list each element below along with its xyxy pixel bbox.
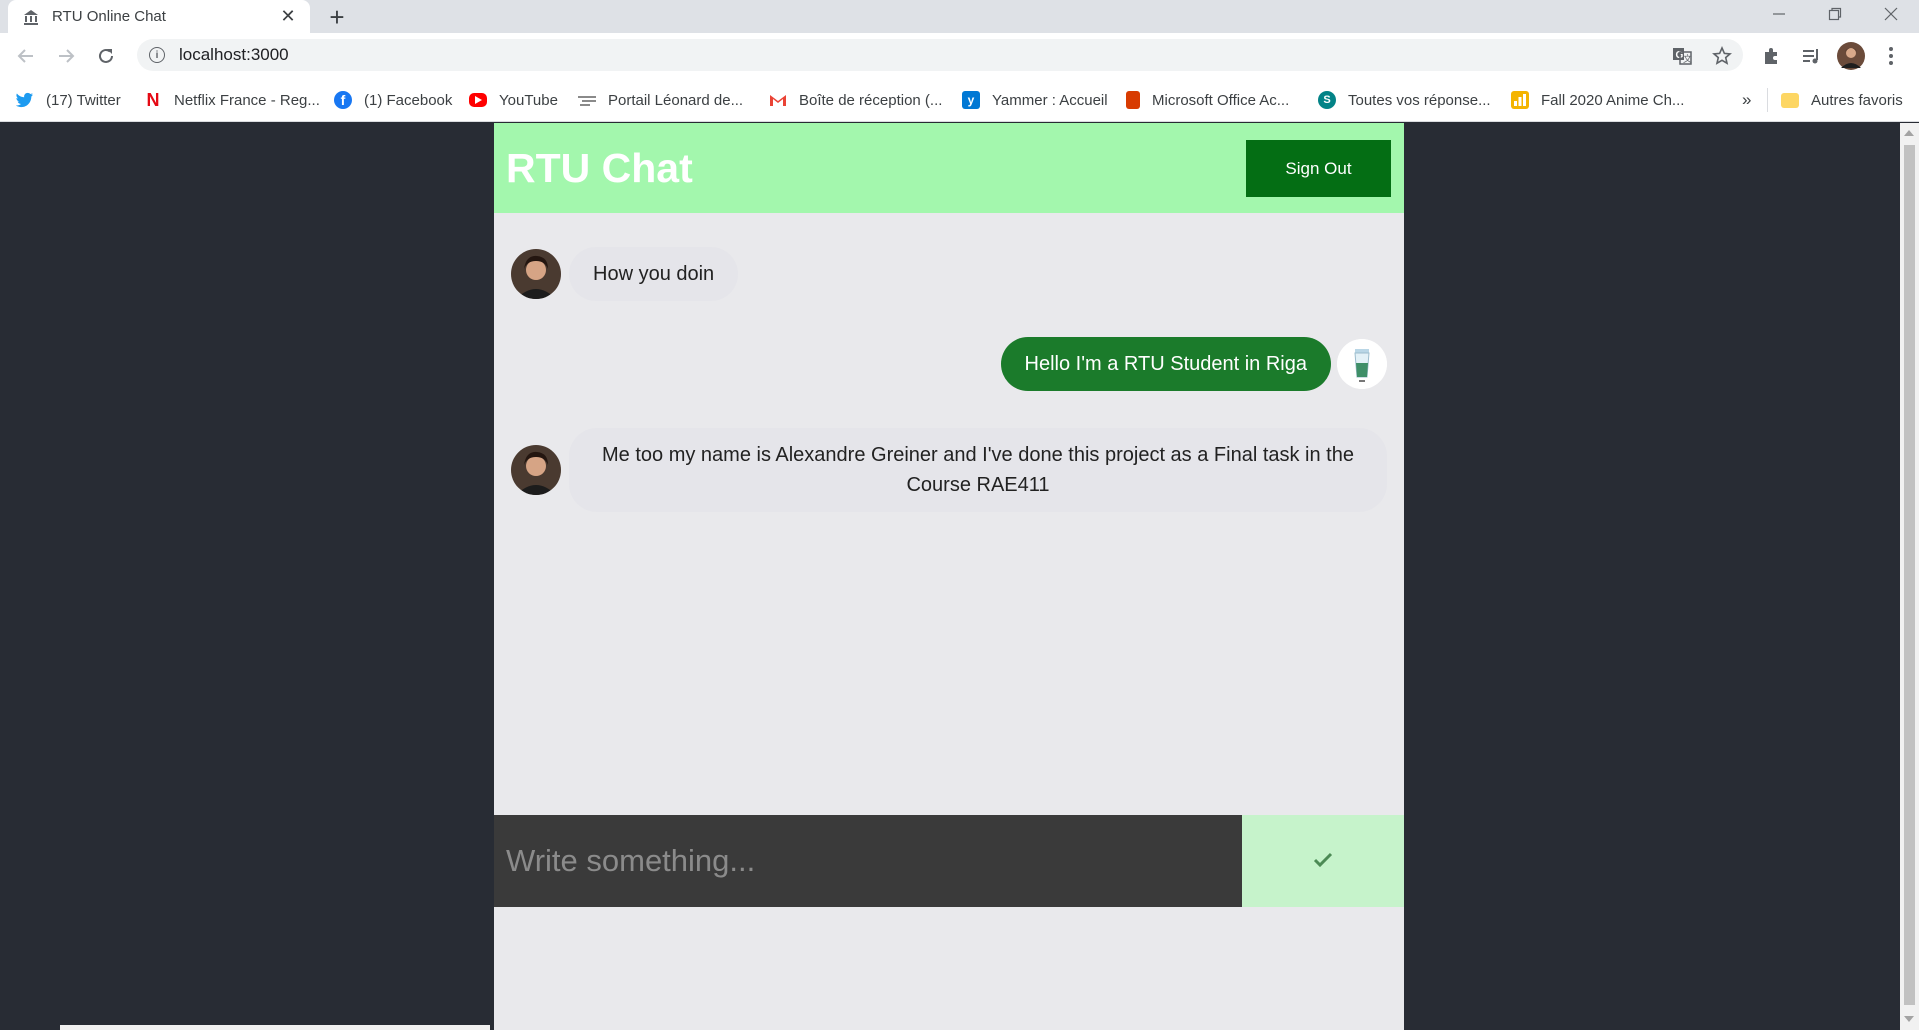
media-control-icon[interactable] bbox=[1796, 41, 1826, 71]
netflix-icon: N bbox=[146, 89, 160, 110]
close-window-icon[interactable] bbox=[1863, 0, 1919, 28]
bookmark-label: Fall 2020 Anime Ch... bbox=[1541, 91, 1685, 109]
bookmark-label: YouTube bbox=[499, 91, 558, 109]
browser-toolbar: i localhost:3000 G文 bbox=[0, 33, 1919, 78]
folder-icon bbox=[1781, 92, 1799, 108]
sharepoint-icon: S bbox=[1318, 91, 1336, 109]
twitter-icon bbox=[16, 91, 34, 109]
message-input[interactable] bbox=[494, 815, 1242, 907]
svg-text:文: 文 bbox=[1683, 53, 1692, 64]
bookmark-label: Portail Léonard de... bbox=[608, 91, 744, 109]
translate-icon[interactable]: G文 bbox=[1671, 45, 1693, 67]
facebook-icon: f bbox=[334, 91, 352, 109]
user-avatar bbox=[511, 249, 561, 299]
bookmark-anime[interactable]: Fall 2020 Anime Ch... bbox=[1511, 88, 1684, 112]
bookmark-label: (1) Facebook bbox=[364, 91, 453, 109]
message-form bbox=[494, 815, 1404, 907]
bookmark-label: (17) Twitter bbox=[46, 91, 121, 109]
other-bookmarks-folder[interactable]: Autres favoris bbox=[1781, 88, 1903, 112]
url-text: localhost:3000 bbox=[179, 45, 289, 64]
tab-favicon-icon bbox=[22, 8, 40, 26]
bookmark-netflix[interactable]: N Netflix France - Reg... bbox=[144, 88, 320, 112]
profile-avatar-icon[interactable] bbox=[1836, 41, 1866, 71]
gmail-icon bbox=[769, 91, 787, 109]
scroll-down-icon[interactable] bbox=[1904, 1016, 1914, 1022]
bookmark-facebook[interactable]: f (1) Facebook bbox=[334, 88, 452, 112]
more-bookmarks-button[interactable]: » bbox=[1742, 88, 1751, 112]
tab-title: RTU Online Chat bbox=[52, 8, 166, 25]
reload-icon[interactable] bbox=[89, 39, 123, 73]
chat-header: RTU Chat Sign Out bbox=[494, 123, 1404, 213]
vertical-scrollbar[interactable] bbox=[1900, 123, 1919, 1030]
yammer-icon: y bbox=[962, 91, 980, 109]
message-sent: Hello I'm a RTU Student in Riga bbox=[1000, 337, 1387, 391]
bookmarks-bar: (17) Twitter N Netflix France - Reg... f… bbox=[0, 78, 1919, 122]
bookmark-sharepoint[interactable]: S Toutes vos réponse... bbox=[1318, 88, 1491, 112]
extensions-icon[interactable] bbox=[1756, 41, 1786, 71]
close-tab-icon[interactable]: ✕ bbox=[278, 6, 298, 27]
message-received: How you doin bbox=[511, 247, 739, 301]
chrome-menu-icon[interactable] bbox=[1876, 41, 1906, 71]
message-bubble: Hello I'm a RTU Student in Riga bbox=[1000, 337, 1331, 391]
portal-icon bbox=[578, 91, 596, 109]
new-tab-icon[interactable]: + bbox=[322, 2, 352, 32]
bookmark-gmail[interactable]: Boîte de réception (... bbox=[769, 88, 942, 112]
message-bubble: Me too my name is Alexandre Greiner and … bbox=[569, 428, 1387, 512]
back-icon[interactable] bbox=[9, 39, 43, 73]
app-title: RTU Chat bbox=[506, 145, 693, 191]
restore-icon[interactable] bbox=[1807, 0, 1863, 28]
bookmark-yammer[interactable]: y Yammer : Accueil bbox=[962, 88, 1108, 112]
address-bar[interactable]: i localhost:3000 bbox=[137, 39, 1743, 71]
bookmark-label: Netflix France - Reg... bbox=[174, 91, 320, 109]
sign-out-button[interactable]: Sign Out bbox=[1246, 140, 1391, 197]
bookmark-portail[interactable]: Portail Léonard de... bbox=[578, 88, 743, 112]
user-avatar bbox=[511, 445, 561, 495]
bookmark-label: Boîte de réception (... bbox=[799, 91, 943, 109]
bookmark-label: Microsoft Office Ac... bbox=[1152, 91, 1290, 109]
office-icon bbox=[1126, 91, 1140, 109]
other-bookmarks-label: Autres favoris bbox=[1811, 91, 1903, 109]
forward-icon[interactable] bbox=[49, 39, 83, 73]
bookmark-office[interactable]: Microsoft Office Ac... bbox=[1126, 88, 1289, 112]
bookmark-label: Toutes vos réponse... bbox=[1348, 91, 1491, 109]
user-avatar bbox=[1337, 339, 1387, 389]
scroll-up-icon[interactable] bbox=[1904, 130, 1914, 136]
bookmark-label: Yammer : Accueil bbox=[992, 91, 1108, 109]
tab-strip: RTU Online Chat ✕ + bbox=[0, 0, 1919, 33]
minimize-icon[interactable] bbox=[1751, 0, 1807, 28]
check-icon bbox=[1313, 852, 1333, 871]
youtube-icon bbox=[469, 93, 487, 107]
message-received: Me too my name is Alexandre Greiner and … bbox=[511, 428, 1387, 512]
bookmark-separator bbox=[1767, 88, 1768, 112]
scrollbar-thumb[interactable] bbox=[1904, 145, 1915, 1005]
bookmark-star-icon[interactable] bbox=[1711, 45, 1733, 67]
bookmark-youtube[interactable]: YouTube bbox=[469, 88, 558, 112]
send-button[interactable] bbox=[1242, 815, 1404, 907]
horizontal-scrollbar[interactable] bbox=[60, 1025, 490, 1030]
site-info-icon[interactable]: i bbox=[149, 47, 165, 63]
anime-chart-icon bbox=[1511, 91, 1529, 109]
bookmark-twitter[interactable]: (17) Twitter bbox=[16, 88, 121, 112]
browser-tab[interactable]: RTU Online Chat ✕ bbox=[8, 0, 310, 33]
more-bookmarks-label: » bbox=[1742, 90, 1752, 109]
message-bubble: How you doin bbox=[569, 247, 739, 301]
